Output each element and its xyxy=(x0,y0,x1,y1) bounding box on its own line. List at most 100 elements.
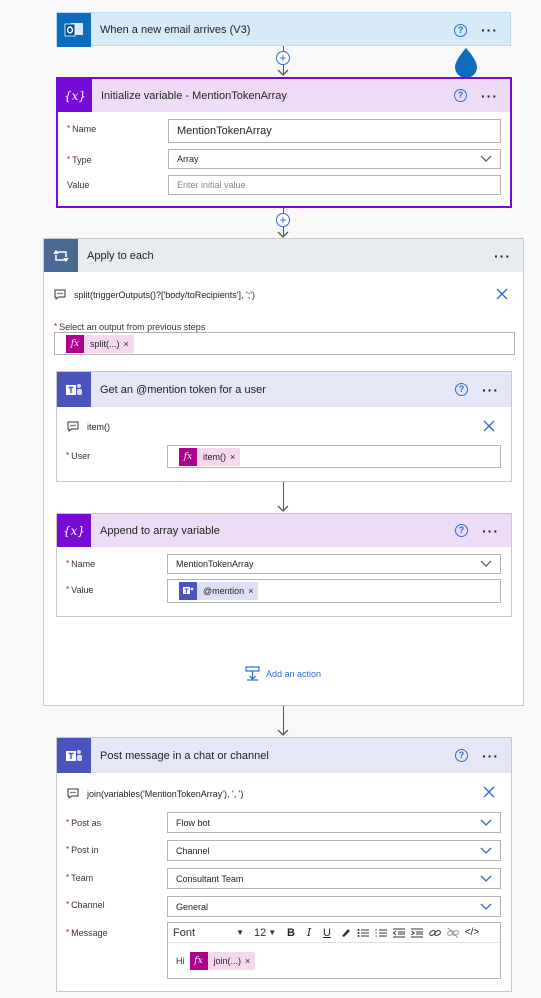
insert-step-plus-icon[interactable]: + xyxy=(276,51,290,65)
expression-text: split(triggerOutputs()?['body/toRecipien… xyxy=(74,289,255,300)
chevron-down-icon xyxy=(480,875,492,882)
expression-token[interactable]: fx item() × xyxy=(179,447,241,466)
font-size-select[interactable]: 12 ▼ xyxy=(248,927,282,939)
link-icon[interactable] xyxy=(426,923,444,942)
teams-icon xyxy=(57,372,91,407)
append-card[interactable]: {x} Append to array variable ? ··· * Name… xyxy=(56,513,512,617)
post-message-card[interactable]: Post message in a chat or channel ? ··· … xyxy=(56,737,512,992)
post-message-title: Post message in a chat or channel xyxy=(100,749,269,762)
outlook-icon xyxy=(57,13,91,47)
team-label: * Team xyxy=(66,873,94,883)
more-options-icon[interactable]: ··· xyxy=(494,249,511,263)
chevron-down-icon xyxy=(480,155,492,162)
init-variable-header[interactable]: {x} Initialize variable - MentionTokenAr… xyxy=(58,79,510,112)
trigger-card[interactable]: When a new email arrives (V3) ? ··· xyxy=(56,12,511,47)
value-input[interactable]: Enter initial value xyxy=(168,175,501,195)
close-icon[interactable] xyxy=(483,786,495,798)
mention-card[interactable]: Get an @mention token for a user ? ··· i… xyxy=(56,371,512,482)
value-field[interactable]: @mention × xyxy=(167,579,501,603)
more-options-icon[interactable]: ··· xyxy=(482,524,499,538)
drop-icon[interactable] xyxy=(453,46,479,78)
arrow-down-icon xyxy=(277,729,289,736)
value-label: * Value xyxy=(66,585,94,595)
decrease-indent-icon[interactable] xyxy=(390,923,408,942)
name-value: MentionTokenArray xyxy=(177,125,272,137)
append-title: Append to array variable xyxy=(100,524,220,537)
trigger-header[interactable]: When a new email arrives (V3) ? ··· xyxy=(57,13,510,47)
fx-icon: fx xyxy=(179,447,197,466)
expression-bar[interactable]: split(triggerOutputs()?['body/toRecipien… xyxy=(54,289,255,300)
init-variable-card[interactable]: {x} Initialize variable - MentionTokenAr… xyxy=(56,77,512,208)
expression-token[interactable]: fx split(...) × xyxy=(66,334,134,353)
remove-token-icon[interactable]: × xyxy=(245,956,255,966)
close-icon[interactable] xyxy=(496,288,508,300)
name-select[interactable]: MentionTokenArray xyxy=(167,554,501,574)
remove-token-icon[interactable]: × xyxy=(248,586,258,596)
post-as-select[interactable]: Flow bot xyxy=(167,812,501,833)
post-message-header[interactable]: Post message in a chat or channel ? ··· xyxy=(57,738,511,773)
name-field[interactable]: MentionTokenArray xyxy=(168,119,501,143)
highlight-icon[interactable] xyxy=(336,923,354,942)
select-output-label: * Select an output from previous steps xyxy=(54,322,206,332)
help-icon[interactable]: ? xyxy=(455,749,468,762)
message-content[interactable]: Hi fx join(...) × xyxy=(176,952,256,970)
close-icon[interactable] xyxy=(483,420,495,432)
increase-indent-icon[interactable] xyxy=(408,923,426,942)
unlink-icon[interactable] xyxy=(444,923,462,942)
underline-icon[interactable]: U xyxy=(318,923,336,942)
expression-token[interactable]: fx join(...) × xyxy=(189,952,256,970)
remove-token-icon[interactable]: × xyxy=(124,339,134,349)
numbered-list-icon[interactable] xyxy=(372,923,390,942)
channel-value: General xyxy=(176,901,209,912)
rich-text-toolbar: Font ▼ 12 ▼ B I U </> xyxy=(168,923,500,943)
apply-to-each-title: Apply to each xyxy=(87,249,154,262)
more-options-icon[interactable]: ··· xyxy=(481,23,498,37)
help-icon[interactable]: ? xyxy=(455,383,468,396)
help-icon[interactable]: ? xyxy=(454,23,467,37)
chevron-down-icon xyxy=(480,560,492,567)
more-options-icon[interactable]: ··· xyxy=(482,749,499,763)
select-output-field[interactable]: fx split(...) × xyxy=(54,332,515,355)
mention-title: Get an @mention token for a user xyxy=(100,383,266,396)
post-as-label: * Post as xyxy=(66,818,102,828)
arrow-down-icon xyxy=(277,505,289,512)
bullet-list-icon[interactable] xyxy=(354,923,372,942)
post-in-select[interactable]: Channel xyxy=(167,840,501,861)
value-label: Value xyxy=(67,180,90,190)
team-value: Consultant Team xyxy=(176,873,244,884)
type-label: * Type xyxy=(67,155,92,165)
type-select[interactable]: Array xyxy=(168,149,501,169)
message-text: Hi xyxy=(176,956,185,966)
chevron-down-icon xyxy=(480,847,492,854)
append-header[interactable]: {x} Append to array variable ? ··· xyxy=(57,514,511,547)
message-editor[interactable]: Font ▼ 12 ▼ B I U </> Hi fx join(...) × xyxy=(167,922,501,979)
init-variable-title: Initialize variable - MentionTokenArray xyxy=(101,89,287,102)
insert-step-plus-icon[interactable]: + xyxy=(276,213,290,227)
bold-icon[interactable]: B xyxy=(282,923,300,942)
loop-icon xyxy=(44,239,78,272)
caret-down-icon: ▼ xyxy=(268,928,277,937)
comment-icon xyxy=(54,289,66,300)
mention-token[interactable]: @mention × xyxy=(179,582,259,600)
help-icon[interactable]: ? xyxy=(455,524,468,537)
expression-bar[interactable]: item() xyxy=(67,421,110,432)
add-action-button[interactable]: Add an action xyxy=(245,666,321,681)
more-options-icon[interactable]: ··· xyxy=(482,383,499,397)
trigger-title: When a new email arrives (V3) xyxy=(100,24,251,36)
name-value: MentionTokenArray xyxy=(176,559,254,569)
help-icon[interactable]: ? xyxy=(454,89,467,102)
font-select[interactable]: Font ▼ xyxy=(168,927,248,939)
expression-bar[interactable]: join(variables('MentionTokenArray'), ', … xyxy=(67,788,243,799)
remove-token-icon[interactable]: × xyxy=(230,452,240,462)
apply-to-each-header[interactable]: Apply to each ··· xyxy=(44,239,523,272)
chevron-down-icon xyxy=(480,819,492,826)
more-options-icon[interactable]: ··· xyxy=(481,89,498,103)
mention-header[interactable]: Get an @mention token for a user ? ··· xyxy=(57,372,511,407)
code-view-icon[interactable]: </> xyxy=(462,923,482,942)
team-select[interactable]: Consultant Team xyxy=(167,868,501,889)
user-field[interactable]: fx item() × xyxy=(167,445,501,468)
italic-icon[interactable]: I xyxy=(300,923,318,942)
post-as-value: Flow bot xyxy=(176,817,211,828)
channel-select[interactable]: General xyxy=(167,896,501,917)
comment-icon xyxy=(67,421,79,432)
